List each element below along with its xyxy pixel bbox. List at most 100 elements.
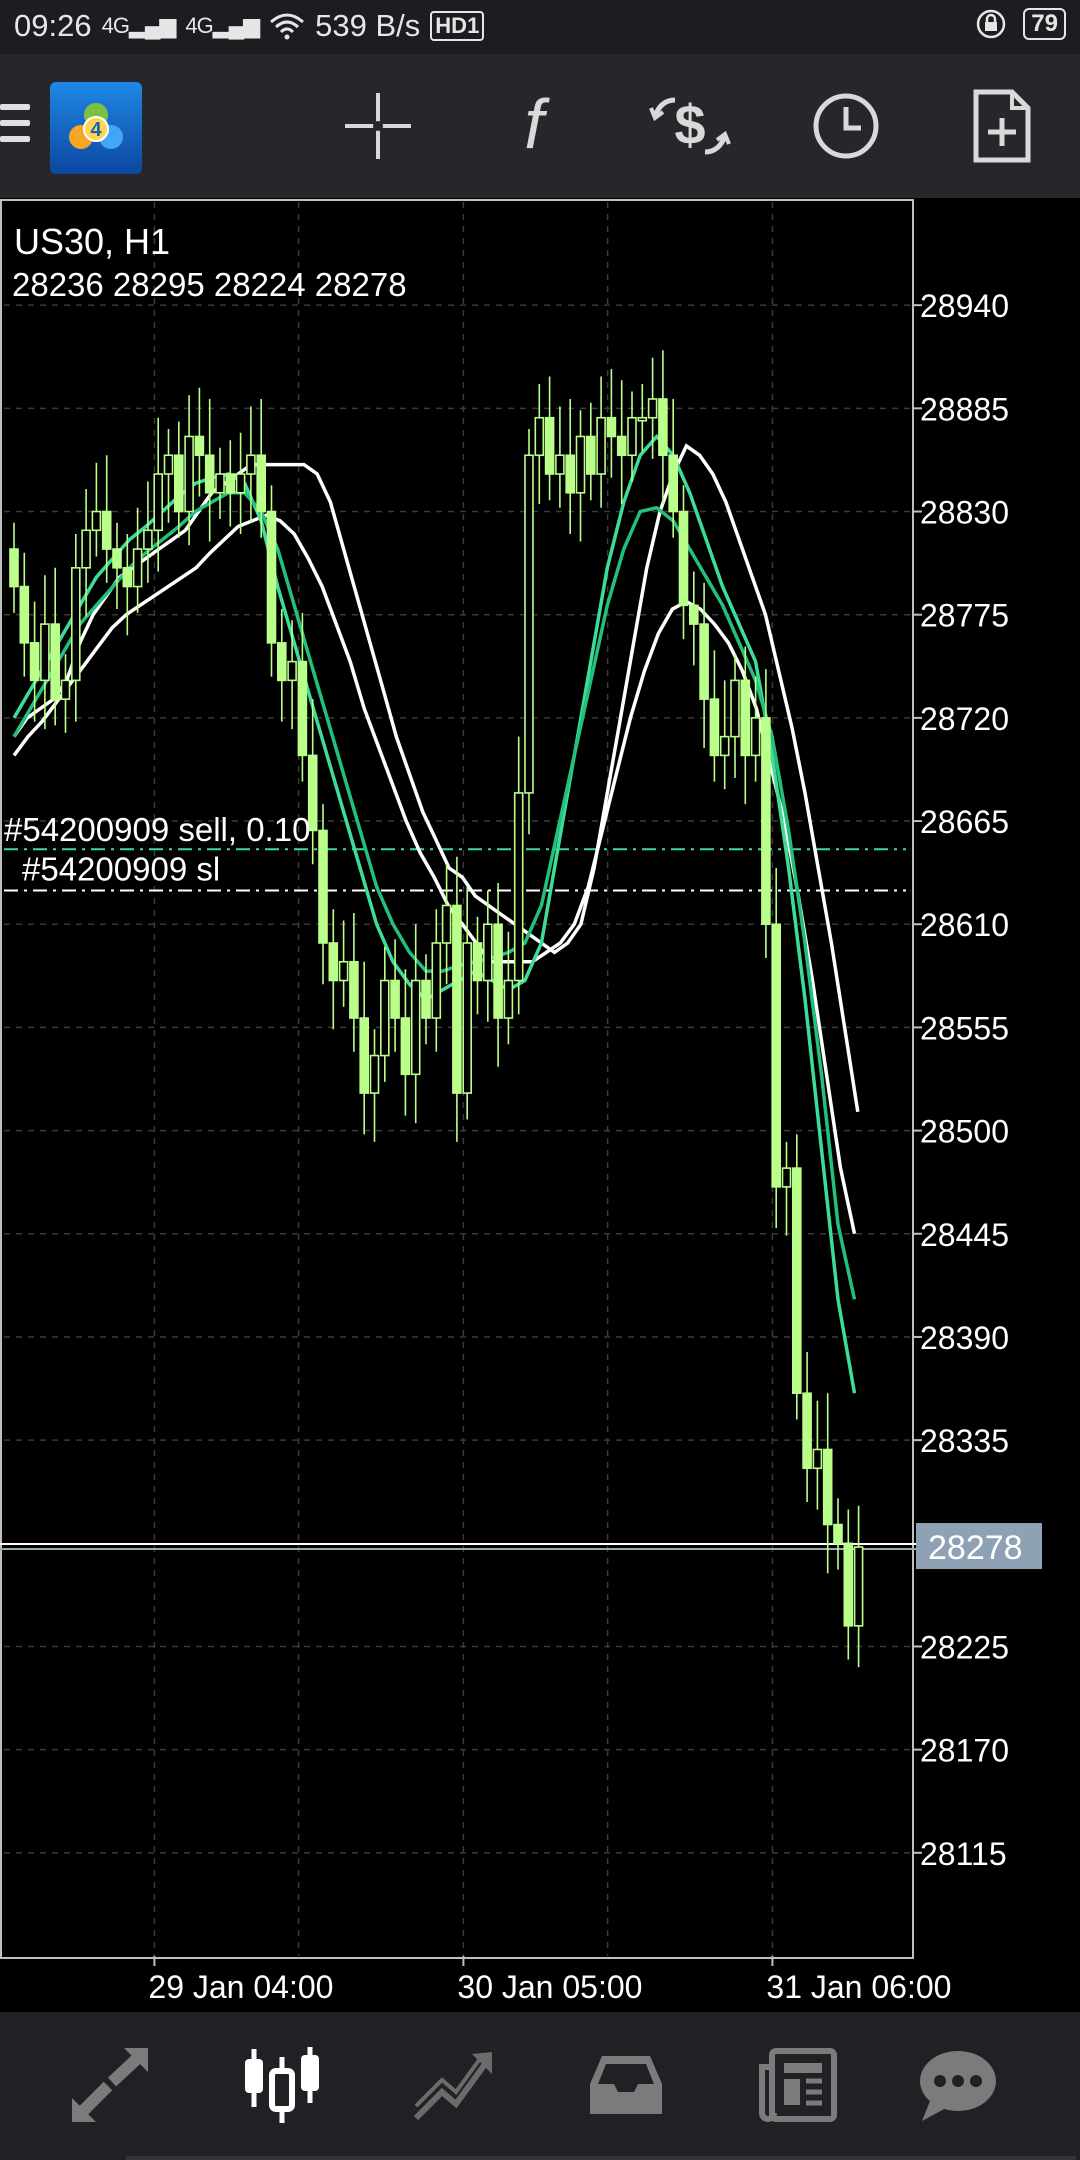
- candle-body: [699, 623, 709, 700]
- candle-body: [318, 829, 328, 944]
- candle-body: [40, 623, 50, 682]
- candle-body: [750, 717, 761, 757]
- status-bar: 09:26 4G▂▄▆ 4G▂▄▆ 539 B/s HD1 79: [0, 0, 1080, 54]
- candle-body: [81, 529, 91, 569]
- wifi-icon: [270, 13, 305, 40]
- metatrader-logo-icon: 4: [69, 103, 123, 149]
- price-tick-label: 28390: [920, 1320, 1009, 1356]
- price-tick-label: 28720: [920, 701, 1009, 737]
- candle-body: [369, 1054, 380, 1094]
- candle-body: [431, 942, 442, 1019]
- candle-body: [493, 923, 503, 1019]
- candle-body: [194, 435, 205, 457]
- candle-body: [256, 454, 267, 513]
- candle-body: [132, 548, 143, 588]
- candle-body: [9, 548, 19, 588]
- candle-body: [709, 698, 720, 757]
- sl-label: #54200909 sl: [22, 850, 220, 887]
- candle-body: [184, 435, 194, 513]
- top-toolbar: 4 f $: [0, 54, 1080, 198]
- price-tick-label: 28610: [920, 907, 1009, 943]
- candle-body: [349, 960, 359, 1019]
- candle-body: [174, 454, 184, 513]
- metatrader-logo[interactable]: 4: [50, 82, 142, 174]
- new-order-button[interactable]: [952, 76, 1052, 176]
- timeframe-button[interactable]: [796, 76, 896, 176]
- chart-candles-icon: [245, 2047, 319, 2123]
- candle-body: [668, 454, 679, 513]
- candle-body: [688, 604, 699, 625]
- candle-body: [678, 510, 689, 607]
- price-chart[interactable]: 28940 28885 28830 28775 28720 28665 28610 28555…: [0, 198, 1080, 2012]
- signal-4g-icon: 4G▂▄▆: [101, 13, 177, 38]
- crosshair-icon: [345, 93, 411, 159]
- candle-body: [379, 979, 390, 1057]
- candle-body: [555, 454, 565, 475]
- indicators-button[interactable]: f: [484, 76, 584, 176]
- candle-body: [647, 398, 658, 419]
- candle-body: [225, 473, 236, 494]
- candle-body: [853, 1546, 864, 1627]
- signal-4g-icon-2: 4G▂▄▆: [185, 13, 260, 38]
- candle-body: [843, 1542, 854, 1627]
- bottom-navigation: [0, 2012, 1080, 2160]
- price-tick-label: 28555: [920, 1010, 1009, 1046]
- candle-body: [575, 435, 586, 494]
- price-tick-label: 28775: [920, 598, 1009, 634]
- candle-body: [462, 942, 473, 1094]
- nav-quotes[interactable]: [60, 2040, 160, 2130]
- nav-divider: [126, 2156, 1076, 2160]
- indicators-f-icon: f: [524, 86, 550, 163]
- price-tick-label: 28225: [920, 1629, 1009, 1665]
- trade-button[interactable]: $: [640, 76, 740, 176]
- candle-body: [534, 416, 545, 457]
- menu-icon[interactable]: [0, 104, 30, 148]
- candle-body: [606, 416, 617, 438]
- price-tick-label: 28940: [920, 288, 1009, 324]
- candle-body: [637, 416, 648, 422]
- candle-body: [143, 529, 153, 550]
- candle-body: [204, 454, 215, 494]
- time-tick-label: 30 Jan 05:00: [457, 1969, 642, 2005]
- candle-body: [524, 454, 534, 794]
- candle-body: [472, 942, 483, 982]
- clock-timeframe-icon: [813, 93, 879, 159]
- candle-body: [71, 567, 81, 682]
- price-tick-label: 28115: [920, 1836, 1007, 1872]
- candle-body: [822, 1448, 833, 1526]
- nav-news[interactable]: [748, 2040, 848, 2130]
- candle-body: [276, 642, 287, 682]
- nav-chart[interactable]: [232, 2040, 332, 2130]
- current-price-label: 28278: [928, 1529, 1023, 1567]
- candle-body: [730, 679, 740, 738]
- candle-body: [246, 454, 256, 475]
- battery-icon: 79: [1023, 8, 1066, 40]
- svg-text:4: 4: [90, 119, 102, 141]
- price-tick-label: 28170: [920, 1733, 1009, 1769]
- candle-body: [761, 717, 771, 926]
- price-tick-label: 28885: [920, 391, 1009, 427]
- candle-body: [503, 979, 514, 1019]
- candle-body: [338, 960, 349, 982]
- candle-body: [791, 1167, 802, 1395]
- candle-body: [400, 1017, 411, 1076]
- candle-body: [719, 735, 730, 757]
- nav-chat[interactable]: [908, 2040, 1008, 2130]
- candle-body: [266, 510, 277, 644]
- candle-body: [215, 473, 225, 494]
- chat-bubble-icon: [920, 2051, 996, 2121]
- crosshair-button[interactable]: [328, 76, 428, 176]
- candle-body: [482, 923, 493, 982]
- candle-body: [60, 679, 71, 700]
- candle-body: [565, 454, 576, 494]
- candle-body: [771, 923, 782, 1188]
- nav-trade[interactable]: [404, 2040, 504, 2130]
- candle-body: [421, 979, 431, 1019]
- trade-line-icon: [413, 2052, 492, 2121]
- candle-body: [112, 548, 122, 569]
- chart-area[interactable]: 28940 28885 28830 28775 28720 28665 28610 28555…: [0, 198, 1080, 2012]
- candle-body: [163, 454, 174, 475]
- history-inbox-icon: [590, 2056, 662, 2114]
- nav-history[interactable]: [576, 2040, 676, 2130]
- candle-body: [616, 435, 627, 457]
